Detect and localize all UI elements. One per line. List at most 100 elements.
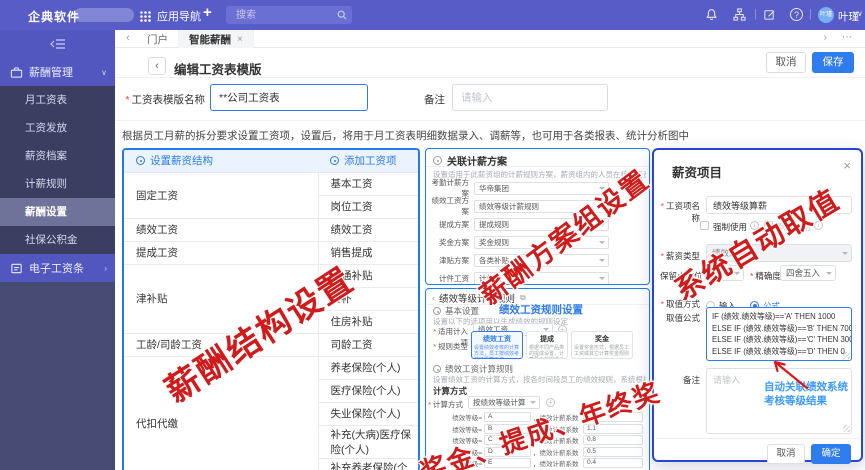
close-icon[interactable]: × xyxy=(237,34,243,45)
salary-item-cell[interactable]: 餐补 xyxy=(318,287,418,311)
coef-input[interactable]: 1.4 xyxy=(583,412,643,422)
add-tab-icon[interactable]: + xyxy=(203,4,212,21)
rule-type-card[interactable]: 绩效工资设置绩效考核的计算方法，员工按绩效考核结果算工资 xyxy=(471,331,523,359)
back-button[interactable]: ‹ xyxy=(148,57,166,75)
force-use-checkbox[interactable] xyxy=(700,221,709,230)
org-chart-icon[interactable] xyxy=(733,8,746,26)
more-icon[interactable]: ⋯ xyxy=(842,32,853,43)
formula-line: ELSE IF (绩效.绩效等级)=='D' THEN 0 xyxy=(712,346,845,356)
app-grid-icon[interactable] xyxy=(140,9,151,27)
dialog-cancel-button[interactable]: 取消 xyxy=(767,444,805,464)
avatar[interactable]: 叶瑾 xyxy=(818,7,834,23)
grade-input[interactable]: D xyxy=(484,446,531,457)
sidebar-item[interactable]: 月工资表 xyxy=(0,86,115,114)
user-name[interactable]: 叶瑾 xyxy=(838,9,859,24)
salary-item-cell[interactable]: 司龄工资 xyxy=(318,333,418,357)
salary-item-cell[interactable]: 医疗保险(个人) xyxy=(318,379,418,403)
salary-item-cell[interactable]: 养老保险(个人) xyxy=(318,356,418,380)
dialog-remark-field[interactable] xyxy=(706,368,852,434)
sidebar-item[interactable]: 计薪规则 xyxy=(0,170,115,198)
tab-scroll-right-icon[interactable]: › xyxy=(824,32,827,43)
edit-icon[interactable] xyxy=(763,8,776,26)
resize-handle-icon[interactable] xyxy=(843,352,850,359)
scheme-select[interactable]: 各类补贴 xyxy=(474,253,609,267)
salary-item-cell[interactable]: 岗位工资 xyxy=(318,195,418,219)
app-nav-label[interactable]: 应用导航 xyxy=(157,8,201,24)
coef-input[interactable]: 0.8 xyxy=(583,435,643,445)
scheme-select[interactable]: 计件量 xyxy=(474,271,609,284)
default-enable-checkbox[interactable] xyxy=(764,221,773,230)
scheme-row: 计件工资 计件量 xyxy=(426,269,649,284)
grade-input[interactable]: A xyxy=(484,412,531,422)
coef-input[interactable]: 1.1 xyxy=(583,423,643,434)
sidebar-item[interactable]: 社保公积金 xyxy=(0,226,115,254)
rule-type-label: 规则类型 xyxy=(426,341,468,352)
item-name-input[interactable] xyxy=(706,196,852,214)
back-icon[interactable]: ‹ xyxy=(432,293,435,303)
salary-type-select[interactable]: 绩效工资 xyxy=(706,244,852,262)
salary-item-cell[interactable]: 补充养老保险(个人) xyxy=(318,458,418,470)
close-icon[interactable]: × xyxy=(843,158,851,173)
template-name-input[interactable] xyxy=(210,84,368,111)
precision-select[interactable]: 四舍五入 xyxy=(780,265,836,281)
dialog-ok-button[interactable]: 确定 xyxy=(811,444,851,464)
chevron-down-icon xyxy=(599,258,605,265)
scheme-select[interactable]: 华帝集团 xyxy=(474,181,609,195)
cancel-button[interactable]: 取消 xyxy=(766,52,806,73)
grade-input[interactable]: E xyxy=(484,458,531,468)
salary-item-cell[interactable]: 住房补贴 xyxy=(318,310,418,334)
chevron-down-icon[interactable]: ∨ xyxy=(857,9,863,18)
sidebar-collapse-button[interactable] xyxy=(0,30,115,58)
info-icon[interactable]: i xyxy=(750,221,759,230)
sidebar: 薪酬管理 ∨ 月工资表 工资发放 薪资档案 计薪规则 薪酬设置 社保公积金 电子工资条 › xyxy=(0,30,115,470)
salary-item-cell[interactable]: 销售提成 xyxy=(318,241,418,265)
rule-type-card[interactable]: 奖金 设置奖金形式，根据员工工资或其它计算奖金规则 xyxy=(571,331,633,359)
bell-icon[interactable] xyxy=(705,8,718,26)
sidebar-item[interactable]: 薪资档案 xyxy=(0,142,115,170)
formula-textarea[interactable]: IF (绩效.绩效等级)=='A' THEN 1000 ELSE IF (绩效.绩… xyxy=(706,307,852,361)
coef-input[interactable]: 0.5 xyxy=(583,446,643,457)
save-button[interactable]: 保存 xyxy=(812,52,854,73)
chevron-down-icon xyxy=(530,401,536,407)
salary-item-cell[interactable]: 失业保险(个人) xyxy=(318,402,418,426)
circle-plus-icon[interactable]: + xyxy=(546,398,555,407)
sidebar-item[interactable]: 薪酬设置 xyxy=(0,198,115,226)
sidebar-group-salary-mgmt[interactable]: 薪酬管理 ∨ xyxy=(0,58,115,86)
coef-label: ，绩效计薪系数 xyxy=(533,449,579,457)
rule-type-card[interactable]: 提成根据不同产品类的提成设置，计算员工的提成合计 xyxy=(526,331,568,359)
scheme-select[interactable]: 奖金规则 xyxy=(474,235,609,249)
salary-item-cell[interactable]: 交通补贴 xyxy=(318,264,418,288)
sidebar-item[interactable]: 工资发放 xyxy=(0,114,115,142)
salary-item-cell[interactable]: 补充(大病)医疗保险(个人) xyxy=(318,425,418,459)
sidebar-group-epayslip[interactable]: 电子工资条 › xyxy=(0,254,115,282)
grade-label: 绩效等级= xyxy=(452,449,482,457)
salary-item-cell[interactable]: 基本工资 xyxy=(318,172,418,196)
help-icon[interactable]: ? xyxy=(790,8,803,21)
calc-method-label: 计算方式 xyxy=(426,399,463,410)
grade-row: 绩效等级= B ，绩效计薪系数 1.1 xyxy=(428,423,647,434)
scheme-select[interactable]: 绩效等级计薪规则 xyxy=(474,199,609,213)
dialog-remark-textarea[interactable] xyxy=(707,369,851,433)
salary-item-cell[interactable]: 绩效工资 xyxy=(318,218,418,242)
info-icon[interactable]: i xyxy=(814,221,823,230)
grade-coefficient-rows: 绩效等级= A ，绩效计薪系数 1.4 绩效等级= B ，绩效计薪系数 1.1 绩效等级= C ，绩… xyxy=(428,412,647,470)
salary-item-dialog: 薪资项目 × 工资项名称 强制使用 i 默认启用 i 薪资类型 绩效工资 保留小… xyxy=(652,148,863,464)
grade-label: 绩效等级= xyxy=(452,438,482,445)
grade-input[interactable]: B xyxy=(484,423,531,434)
grade-input[interactable]: C xyxy=(484,435,531,445)
calc-method-select[interactable]: 按绩效等级计算 xyxy=(468,396,540,409)
scheme-select[interactable]: 提成规则 xyxy=(474,217,609,231)
rule-card-title: 奖金 xyxy=(595,336,609,343)
salary-structure-panel: 设置薪资结构 添加工资项 固定工资 基本工资 岗位工资 绩效工资 绩效工资 提成工资 销售提… xyxy=(122,148,420,470)
search-input[interactable] xyxy=(234,6,330,24)
global-search[interactable] xyxy=(226,6,352,24)
tab-门户[interactable]: 门户 xyxy=(137,30,179,48)
resize-handle-icon[interactable] xyxy=(843,425,850,432)
tab-scroll-left-icon[interactable]: ‹ xyxy=(121,32,135,44)
coef-input[interactable]: 0.4 xyxy=(583,458,643,468)
scheme-label: 提成方案 xyxy=(439,219,469,229)
performance-rule-panel: ‹ 绩效等级计薪规则 ⧉ 基本设置 绩效工资规则设置 设置以下的选项用以生成绩效… xyxy=(425,288,650,470)
decimal-select[interactable]: 2 xyxy=(704,265,744,281)
remark-input[interactable] xyxy=(452,84,608,111)
tab-智能薪酬[interactable]: 智能薪酬 × xyxy=(179,30,254,48)
